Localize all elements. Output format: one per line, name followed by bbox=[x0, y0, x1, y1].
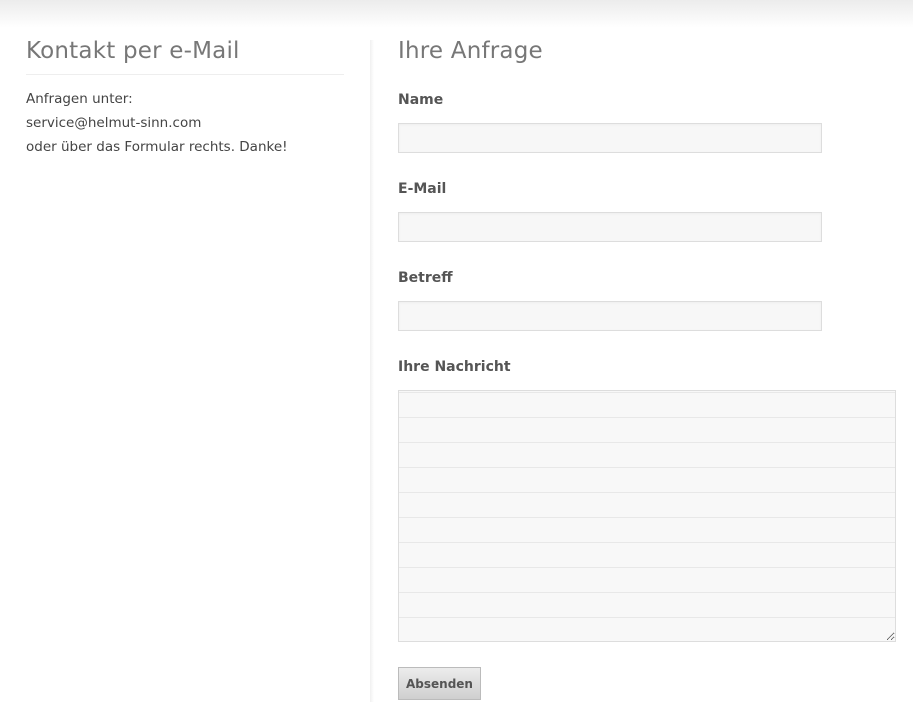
contact-line-intro: Anfragen unter: bbox=[26, 91, 133, 107]
contact-line-form-hint: oder über das Formular rechts. Danke! bbox=[26, 139, 288, 155]
subject-input[interactable] bbox=[398, 301, 822, 331]
inquiry-form: Ihre Anfrage Name E-Mail Betreff Ihre Na… bbox=[398, 38, 898, 700]
submit-button[interactable]: Absenden bbox=[398, 667, 481, 700]
column-divider bbox=[370, 40, 374, 702]
email-label: E-Mail bbox=[398, 181, 447, 197]
form-title: Ihre Anfrage bbox=[398, 38, 543, 64]
contact-email: service@helmut-sinn.com bbox=[26, 115, 202, 131]
top-shadow bbox=[0, 0, 913, 28]
contact-text: Anfragen unter: service@helmut-sinn.com … bbox=[26, 87, 344, 159]
email-input[interactable] bbox=[398, 212, 822, 242]
subject-label: Betreff bbox=[398, 270, 453, 286]
contact-section: Kontakt per e-Mail Anfragen unter: servi… bbox=[26, 38, 344, 159]
message-textarea[interactable] bbox=[398, 390, 896, 642]
contact-title: Kontakt per e-Mail bbox=[26, 38, 344, 75]
message-label: Ihre Nachricht bbox=[398, 359, 511, 375]
name-input[interactable] bbox=[398, 123, 822, 153]
name-label: Name bbox=[398, 92, 444, 108]
